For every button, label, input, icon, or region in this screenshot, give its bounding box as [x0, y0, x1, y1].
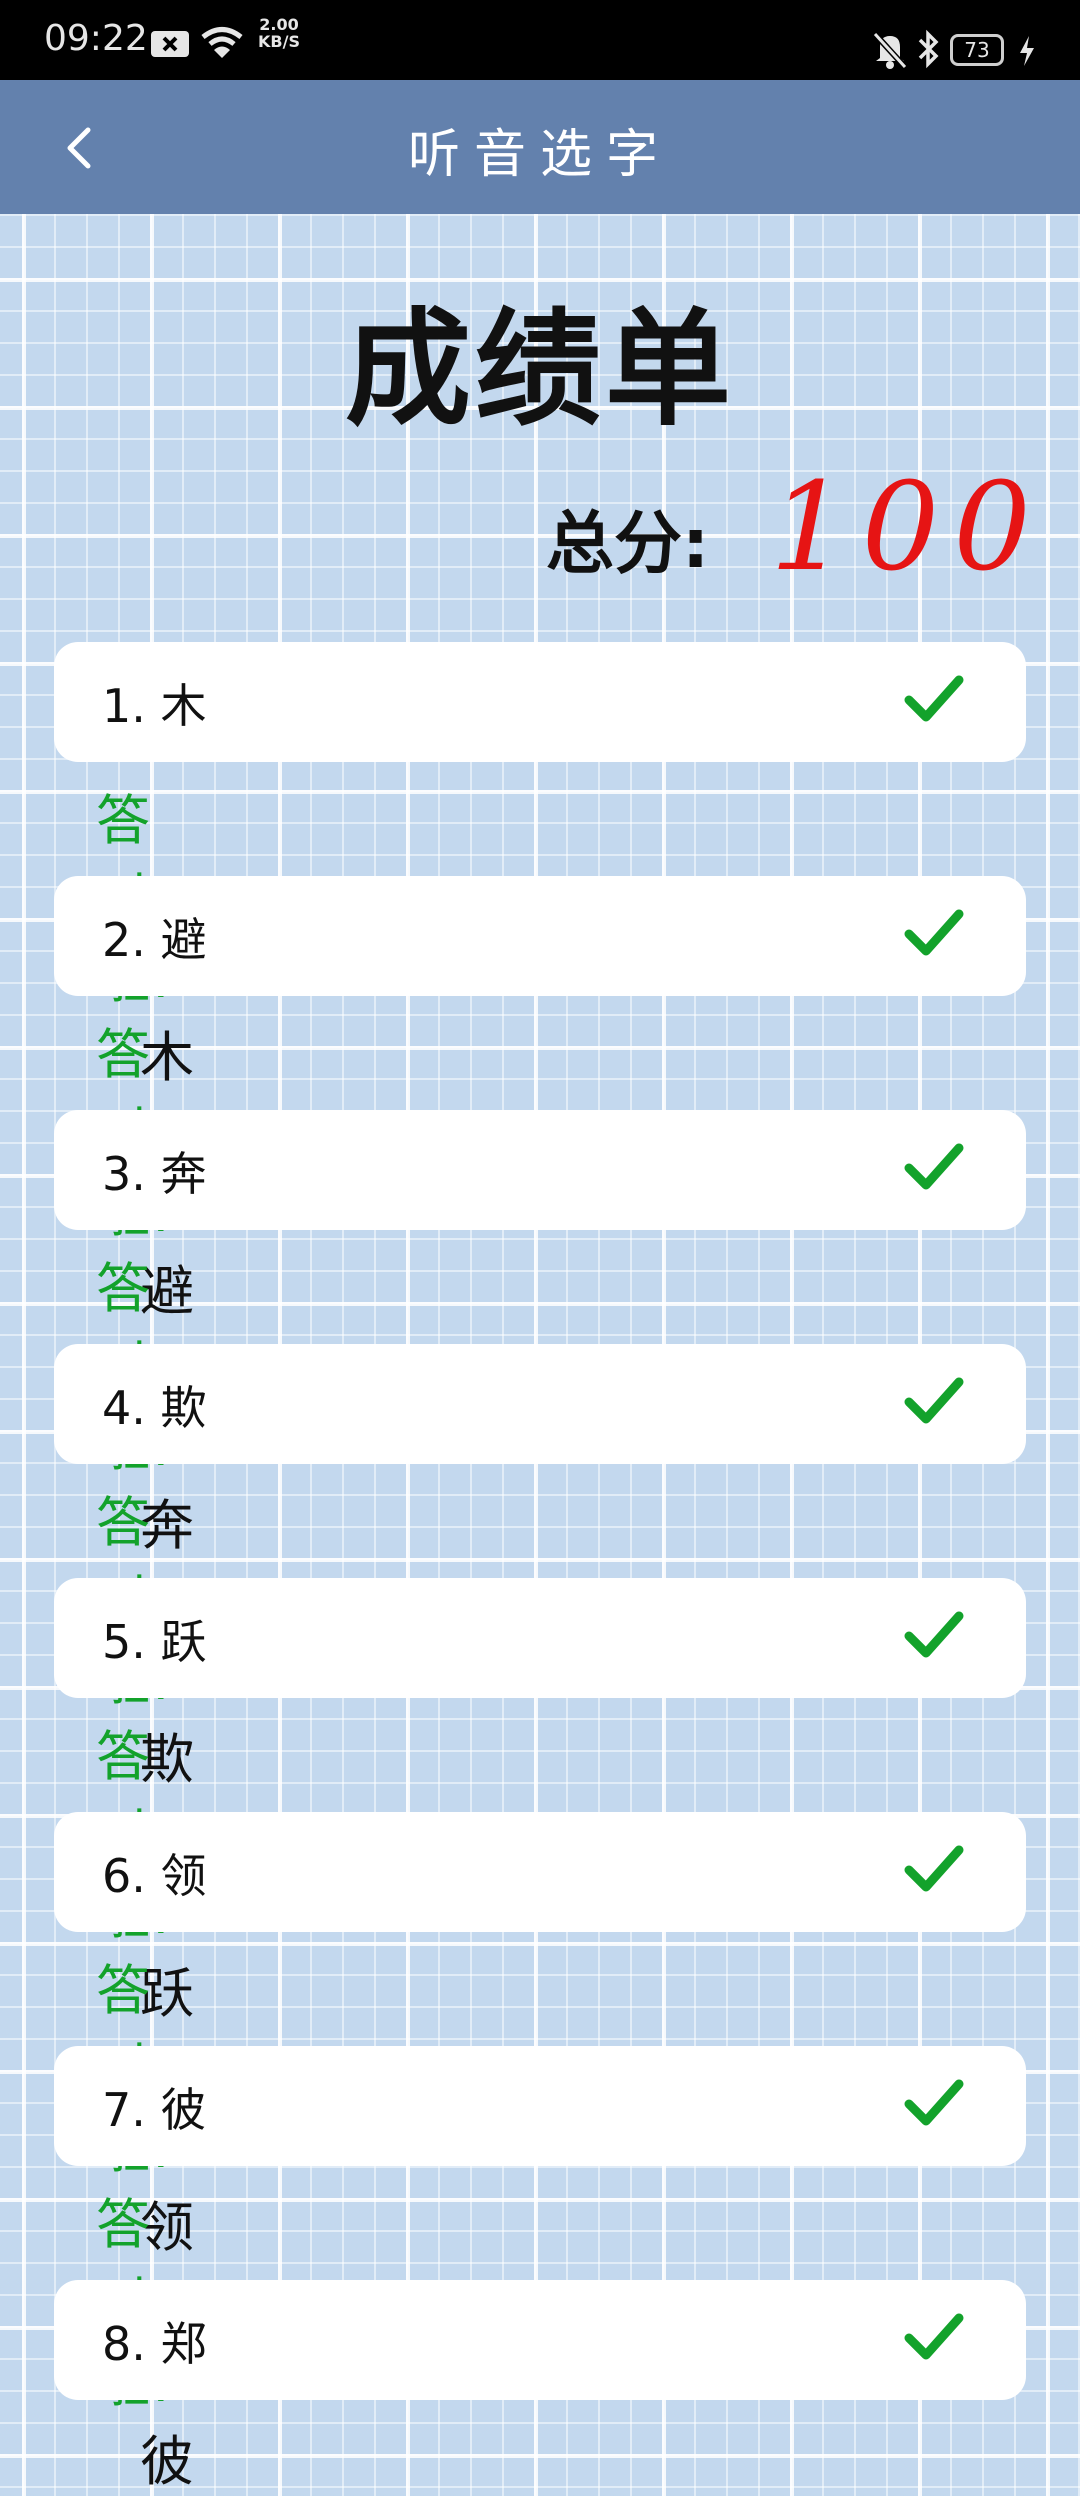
result-card: 7. 彼 — [54, 2046, 1026, 2166]
question-text: 3. 奔 — [102, 1147, 207, 1201]
bluetooth-icon — [918, 29, 939, 69]
feedback-row: 答对啦!跃 — [96, 1712, 194, 2025]
score-value: 100 — [770, 456, 1045, 598]
battery-indicator: 73 — [950, 34, 1004, 66]
status-time: 09:22 — [44, 18, 148, 59]
status-bar: 09:22 2.00 KB/S 73 — [0, 0, 1080, 80]
mute-bell-icon — [872, 31, 908, 70]
report-title: 成绩单 — [345, 296, 735, 443]
check-icon — [904, 1377, 964, 1424]
page-title: 听音选字 — [407, 125, 672, 185]
question-text: 1. 木 — [102, 679, 207, 733]
question-text: 5. 跃 — [102, 1615, 207, 1669]
check-icon — [904, 1611, 964, 1658]
check-icon — [904, 909, 964, 956]
feedback-row: 答对啦!领 — [96, 1946, 194, 2259]
check-icon — [904, 1143, 964, 1190]
feedback-row: 答对啦!奔 — [96, 1244, 194, 1557]
result-card: 4. 欺 — [54, 1344, 1026, 1464]
feedback-row: 答对啦!木 — [96, 776, 194, 1089]
charging-icon — [1020, 36, 1034, 66]
network-speed-value: 2.00 — [259, 15, 299, 34]
answer-text: 彼 — [140, 2430, 194, 2493]
question-text: 6. 领 — [102, 1849, 207, 1903]
result-card: 8. 郑 — [54, 2280, 1026, 2400]
question-text: 4. 欺 — [102, 1381, 207, 1435]
network-speed: 2.00 KB/S — [254, 16, 304, 50]
app-bar: 听音选字 — [0, 80, 1080, 214]
result-card: 5. 跃 — [54, 1578, 1026, 1698]
result-card: 6. 领 — [54, 1812, 1026, 1932]
notification-icon — [151, 31, 189, 57]
result-card: 1. 木 — [54, 642, 1026, 762]
check-icon — [904, 675, 964, 722]
wifi-icon — [201, 27, 243, 58]
check-icon — [904, 2313, 964, 2360]
feedback-row: 答对啦!避 — [96, 1010, 194, 1323]
result-card: 2. 避 — [54, 876, 1026, 996]
feedback-row: 答对啦!彼 — [96, 2180, 194, 2493]
result-card: 3. 奔 — [54, 1110, 1026, 1230]
feedback-row: 答对啦!欺 — [96, 1478, 194, 1791]
check-icon — [904, 1845, 964, 1892]
question-text: 7. 彼 — [102, 2083, 207, 2137]
network-speed-unit: KB/S — [258, 32, 300, 51]
question-text: 8. 郑 — [102, 2317, 207, 2371]
check-icon — [904, 2079, 964, 2126]
question-text: 2. 避 — [102, 913, 207, 967]
score-label: 总分: — [546, 505, 710, 584]
